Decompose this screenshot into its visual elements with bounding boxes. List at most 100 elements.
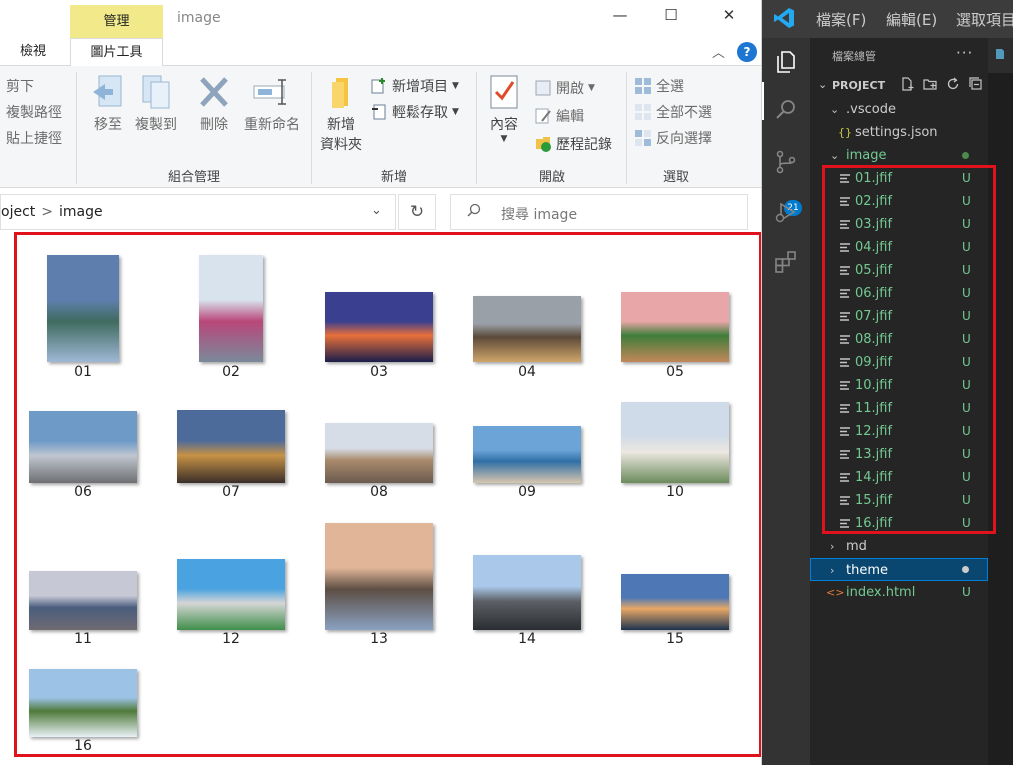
properties-icon	[490, 75, 518, 109]
modified-dot	[962, 566, 969, 573]
more-actions-icon[interactable]: ···	[956, 44, 973, 62]
search-icon	[467, 203, 481, 217]
breadcrumb-segment-image[interactable]: image	[59, 204, 103, 220]
select-all-label: 全選	[656, 79, 684, 95]
address-dropdown-icon[interactable]: ⌄	[371, 203, 382, 218]
tree-folder-theme[interactable]: › theme	[810, 558, 988, 581]
select-all-icon	[635, 78, 651, 94]
history-label: 歷程記錄	[556, 137, 612, 153]
folder-name: md	[846, 539, 867, 554]
new-folder-button[interactable]: 新增 資料夾	[316, 74, 366, 154]
new-folder-label-1: 新增	[327, 117, 355, 133]
project-label: PROJECT	[832, 79, 886, 92]
source-control-icon[interactable]	[774, 150, 798, 174]
refresh-icon[interactable]: ↻	[398, 194, 436, 230]
sidebar-title: 檔案總管	[832, 50, 876, 63]
search-box[interactable]: 搜尋 image	[450, 194, 748, 230]
project-header[interactable]: ⌄ PROJECT	[810, 76, 988, 98]
new-item-label: 新增項目	[392, 79, 448, 95]
manage-context-tab[interactable]: 管理	[70, 5, 163, 38]
address-bar[interactable]: oject > image ⌄	[0, 194, 396, 230]
rename-button[interactable]: 重新命名	[240, 74, 304, 134]
properties-button[interactable]: 內容 ▼	[484, 74, 524, 144]
highlight-box-thumbnails	[14, 232, 761, 757]
ribbon-tabs: 檢視 圖片工具	[0, 38, 761, 67]
run-debug-icon[interactable]	[774, 200, 798, 224]
copy-to-button[interactable]: 複製到	[132, 74, 180, 134]
ribbon: 剪下 複製路徑 貼上捷徑 移至 複製到 刪除 重新命名 組合管理 新增 資料夾	[0, 66, 761, 188]
select-none-button[interactable]: 全部不選	[634, 102, 712, 122]
window-title: image	[177, 10, 221, 26]
easy-access-button[interactable]: 輕鬆存取 ▼	[370, 102, 459, 122]
file-name: index.html	[846, 585, 916, 600]
chevron-down-icon: ⌄	[830, 103, 840, 116]
file-name: settings.json	[855, 125, 938, 140]
menu-edit[interactable]: 編輯(E)	[886, 9, 937, 30]
close-icon[interactable]: ✕	[714, 6, 744, 24]
tree-folder-image[interactable]: ⌄ image	[810, 144, 988, 167]
history-button[interactable]: 歷程記錄	[534, 134, 612, 154]
search-icon[interactable]	[774, 98, 798, 122]
collapse-ribbon-icon[interactable]: ︿	[712, 42, 725, 61]
collapse-all-icon[interactable]	[969, 77, 983, 91]
tree-folder-md[interactable]: › md	[810, 535, 988, 558]
minimize-icon[interactable]: —	[605, 6, 635, 24]
folder-name: image	[846, 148, 887, 163]
activity-bar: 21	[762, 38, 810, 765]
open-button[interactable]: 開啟 ▼	[534, 78, 595, 98]
new-folder-label-2: 資料夾	[320, 137, 362, 153]
vscode-window: 檔案(F) 編輯(E) 選取項目 21 檔案總管 ··· ⌄ PROJECT ⌄…	[762, 0, 1013, 765]
menu-file[interactable]: 檔案(F)	[816, 9, 866, 30]
select-all-button[interactable]: 全選	[634, 76, 684, 96]
open-label: 開啟	[556, 81, 584, 97]
delete-button[interactable]: 刪除	[194, 74, 234, 134]
tab-view[interactable]: 檢視	[20, 38, 46, 66]
move-to-icon	[93, 75, 122, 107]
copy-to-label: 複製到	[135, 117, 177, 133]
edit-button[interactable]: 編輯	[534, 106, 584, 126]
editor-tab-bar	[988, 38, 1013, 73]
menu-selection[interactable]: 選取項目	[956, 9, 1013, 30]
folder-name: .vscode	[846, 102, 896, 117]
copy-path-button[interactable]: 複製路徑	[6, 102, 62, 122]
explorer-icon[interactable]	[774, 50, 798, 74]
extensions-icon[interactable]	[774, 250, 798, 274]
activity-active-indicator	[762, 82, 764, 120]
tab-picture-tools[interactable]: 圖片工具	[70, 38, 163, 67]
copy-path-label: 複製路徑	[6, 105, 62, 121]
easy-access-label: 輕鬆存取	[392, 105, 448, 121]
move-to-button[interactable]: 移至	[88, 74, 128, 134]
edit-icon	[535, 108, 551, 124]
delete-label: 刪除	[200, 117, 228, 133]
modified-dot	[962, 152, 969, 159]
tree-folder-vscode[interactable]: ⌄ .vscode	[810, 98, 988, 121]
paste-shortcut-button[interactable]: 貼上捷徑	[6, 128, 62, 148]
chevron-right-icon: ›	[830, 564, 835, 577]
select-none-label: 全部不選	[656, 105, 712, 121]
refresh-explorer-icon[interactable]	[946, 77, 960, 91]
maximize-icon[interactable]: ☐	[656, 6, 686, 24]
vscode-titlebar: 檔案(F) 編輯(E) 選取項目	[762, 0, 1013, 38]
new-item-button[interactable]: 新增項目 ▼	[370, 76, 459, 96]
breadcrumb-separator: >	[41, 204, 53, 220]
title-bar: 管理 image — ☐ ✕	[0, 0, 761, 38]
breadcrumb-segment-project[interactable]: oject	[1, 204, 35, 220]
html-icon: <>	[826, 586, 845, 599]
vscode-logo-icon	[774, 8, 794, 28]
invert-selection-button[interactable]: 反向選擇	[634, 128, 712, 148]
organize-group-label: 組合管理	[167, 170, 220, 185]
tree-file-index[interactable]: <> index.html U	[810, 581, 988, 604]
new-file-icon[interactable]	[900, 77, 914, 91]
chevron-right-icon: ›	[830, 540, 835, 553]
address-row: oject > image ⌄ ↻ 搜尋 image	[0, 194, 761, 232]
tree-file-settings[interactable]: {} settings.json	[810, 121, 988, 144]
help-icon[interactable]: ?	[737, 42, 757, 62]
git-status-badge: U	[962, 585, 971, 599]
chevron-down-icon: ⌄	[830, 149, 840, 162]
easy-access-icon	[372, 104, 386, 120]
new-folder-icon[interactable]	[923, 77, 937, 91]
search-placeholder: 搜尋 image	[501, 207, 578, 223]
select-group-label: 選取	[662, 170, 689, 185]
cut-button[interactable]: 剪下	[6, 76, 34, 96]
folder-name: theme	[846, 563, 888, 578]
